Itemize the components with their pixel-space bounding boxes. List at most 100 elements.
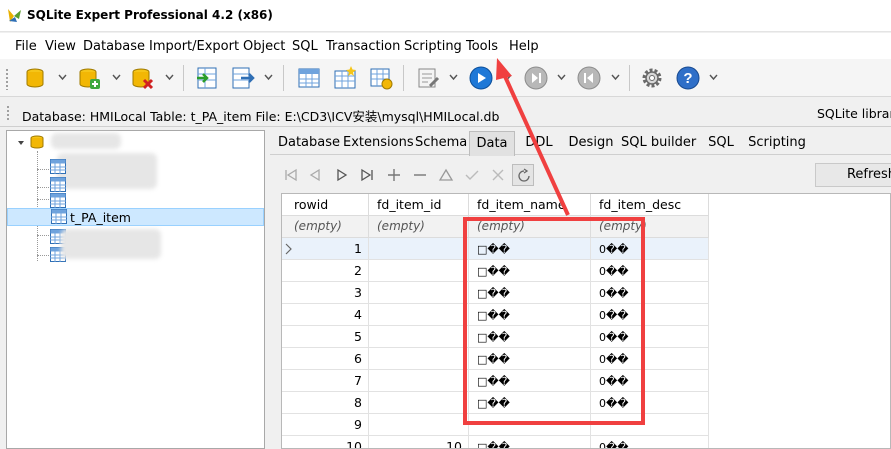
cell-rowid[interactable]: 3 (282, 282, 369, 304)
menu-file[interactable]: File (15, 39, 37, 54)
cell-rowid[interactable]: 9 (282, 414, 369, 436)
column-header-fd-item-id[interactable]: fd_item_id (369, 194, 469, 216)
help-button[interactable]: ? (673, 63, 703, 93)
cell-rowid[interactable]: 5 (282, 326, 369, 348)
menu-sql[interactable]: SQL (292, 39, 318, 54)
execute-button[interactable] (466, 63, 496, 93)
edit-sql-button[interactable] (413, 63, 443, 93)
chevron-down-icon[interactable] (503, 73, 512, 81)
cell-fd-item-id[interactable] (369, 282, 469, 304)
step-button[interactable] (521, 63, 551, 93)
cell-fd-item-id[interactable] (369, 260, 469, 282)
refresh-data-button[interactable] (512, 164, 534, 186)
cell-rowid[interactable]: 1 (282, 238, 369, 260)
toolbar-separator (629, 65, 630, 91)
tab-design[interactable]: Design (568, 131, 614, 155)
cell-fd-item-id[interactable] (369, 348, 469, 370)
import-button[interactable] (192, 63, 222, 93)
cell-rowid[interactable]: 8 (282, 392, 369, 414)
menu-scripting[interactable]: Scripting (404, 39, 462, 54)
refresh-icon (518, 168, 530, 182)
menu-import-export[interactable]: Import/Export (149, 39, 239, 54)
menu-object[interactable]: Object (243, 39, 285, 54)
last-record-button[interactable] (356, 164, 378, 186)
column-header-fd-item-desc[interactable]: fd_item_desc (591, 194, 709, 216)
tree-item-t-pa-item[interactable]: t_PA_item (7, 208, 264, 226)
tab-sql[interactable]: SQL (703, 131, 739, 155)
play-icon (469, 66, 493, 90)
cell-fd-item-id[interactable] (369, 326, 469, 348)
add-database-button[interactable] (74, 63, 104, 93)
gear-icon (642, 68, 662, 88)
menu-view[interactable]: View (45, 39, 76, 54)
filter-cell[interactable]: (empty) (282, 216, 369, 238)
table-button[interactable] (294, 63, 324, 93)
tab-ddl[interactable]: DDL (521, 131, 557, 155)
chevron-down-icon[interactable] (112, 73, 121, 81)
tab-schema[interactable]: Schema (415, 131, 467, 155)
cell-rowid[interactable]: 2 (282, 260, 369, 282)
cell-rowid[interactable]: 4 (282, 304, 369, 326)
menu-bar: File View Database Import/Export Object … (0, 33, 891, 59)
table-settings-button[interactable] (366, 63, 396, 93)
tab-sql-builder[interactable]: SQL builder (621, 131, 696, 155)
open-database-button[interactable] (20, 63, 50, 93)
column-header-fd-item-name[interactable]: fd_item_name (469, 194, 591, 216)
next-icon (337, 168, 348, 182)
cell-rowid[interactable]: 6 (282, 348, 369, 370)
chevron-down-icon[interactable] (611, 73, 620, 81)
menu-tools[interactable]: Tools (466, 39, 498, 54)
first-record-button[interactable] (280, 164, 302, 186)
add-database-icon (79, 68, 100, 89)
menu-help[interactable]: Help (509, 39, 539, 54)
chevron-down-icon[interactable] (709, 73, 718, 81)
database-path-label: Database: HMILocal Table: t_PA_item File… (22, 109, 500, 124)
tab-database[interactable]: Database (276, 131, 342, 155)
tree-collapse-icon[interactable] (17, 139, 25, 147)
back-icon (577, 66, 601, 90)
post-edit-button[interactable] (461, 164, 483, 186)
filter-cell[interactable]: (empty) (369, 216, 469, 238)
cell-fd-item-id[interactable] (369, 304, 469, 326)
prior-record-button[interactable] (304, 164, 326, 186)
edit-record-button[interactable] (435, 164, 457, 186)
pathbar-grip (6, 105, 10, 121)
cancel-edit-button[interactable] (487, 164, 509, 186)
chevron-down-icon[interactable] (264, 73, 273, 81)
chevron-down-icon[interactable] (58, 73, 67, 81)
tab-extensions[interactable]: Extensions (343, 131, 414, 155)
tab-data[interactable]: Data (469, 131, 515, 156)
cell-fd-item-id[interactable] (369, 392, 469, 414)
cell-fd-item-name[interactable]: □�� (469, 436, 591, 448)
chevron-down-icon[interactable] (449, 73, 458, 81)
table-row[interactable]: 10 10 □�� 0�� (282, 436, 709, 448)
insert-record-button[interactable] (383, 164, 405, 186)
first-icon (285, 168, 297, 182)
column-header-rowid[interactable]: rowid (282, 194, 369, 216)
export-button[interactable] (228, 63, 258, 93)
next-record-button[interactable] (331, 164, 353, 186)
new-table-button[interactable] (330, 63, 360, 93)
chevron-down-icon[interactable] (557, 73, 566, 81)
chevron-down-icon[interactable] (165, 73, 174, 81)
toolbar-separator (403, 65, 404, 91)
panel-splitter[interactable] (265, 130, 270, 449)
new-table-icon (334, 66, 356, 89)
cell-rowid[interactable]: 10 (282, 436, 369, 448)
cell-fd-item-id[interactable] (369, 414, 469, 436)
tab-scripting[interactable]: Scripting (747, 131, 807, 155)
options-button[interactable] (637, 63, 667, 93)
cell-rowid[interactable]: 7 (282, 370, 369, 392)
delete-record-button[interactable] (409, 164, 431, 186)
cell-fd-item-id[interactable] (369, 370, 469, 392)
cell-fd-item-desc[interactable]: 0�� (591, 436, 709, 448)
redacted-label (57, 153, 157, 189)
cell-fd-item-id[interactable] (369, 238, 469, 260)
remove-database-button[interactable] (127, 63, 157, 93)
refresh-button[interactable]: Refresh (815, 163, 891, 187)
menu-database[interactable]: Database (83, 39, 145, 54)
cell-fd-item-id[interactable]: 10 (369, 436, 469, 448)
menu-transaction[interactable]: Transaction (326, 39, 400, 54)
back-button[interactable] (574, 63, 604, 93)
database-icon (26, 68, 44, 88)
